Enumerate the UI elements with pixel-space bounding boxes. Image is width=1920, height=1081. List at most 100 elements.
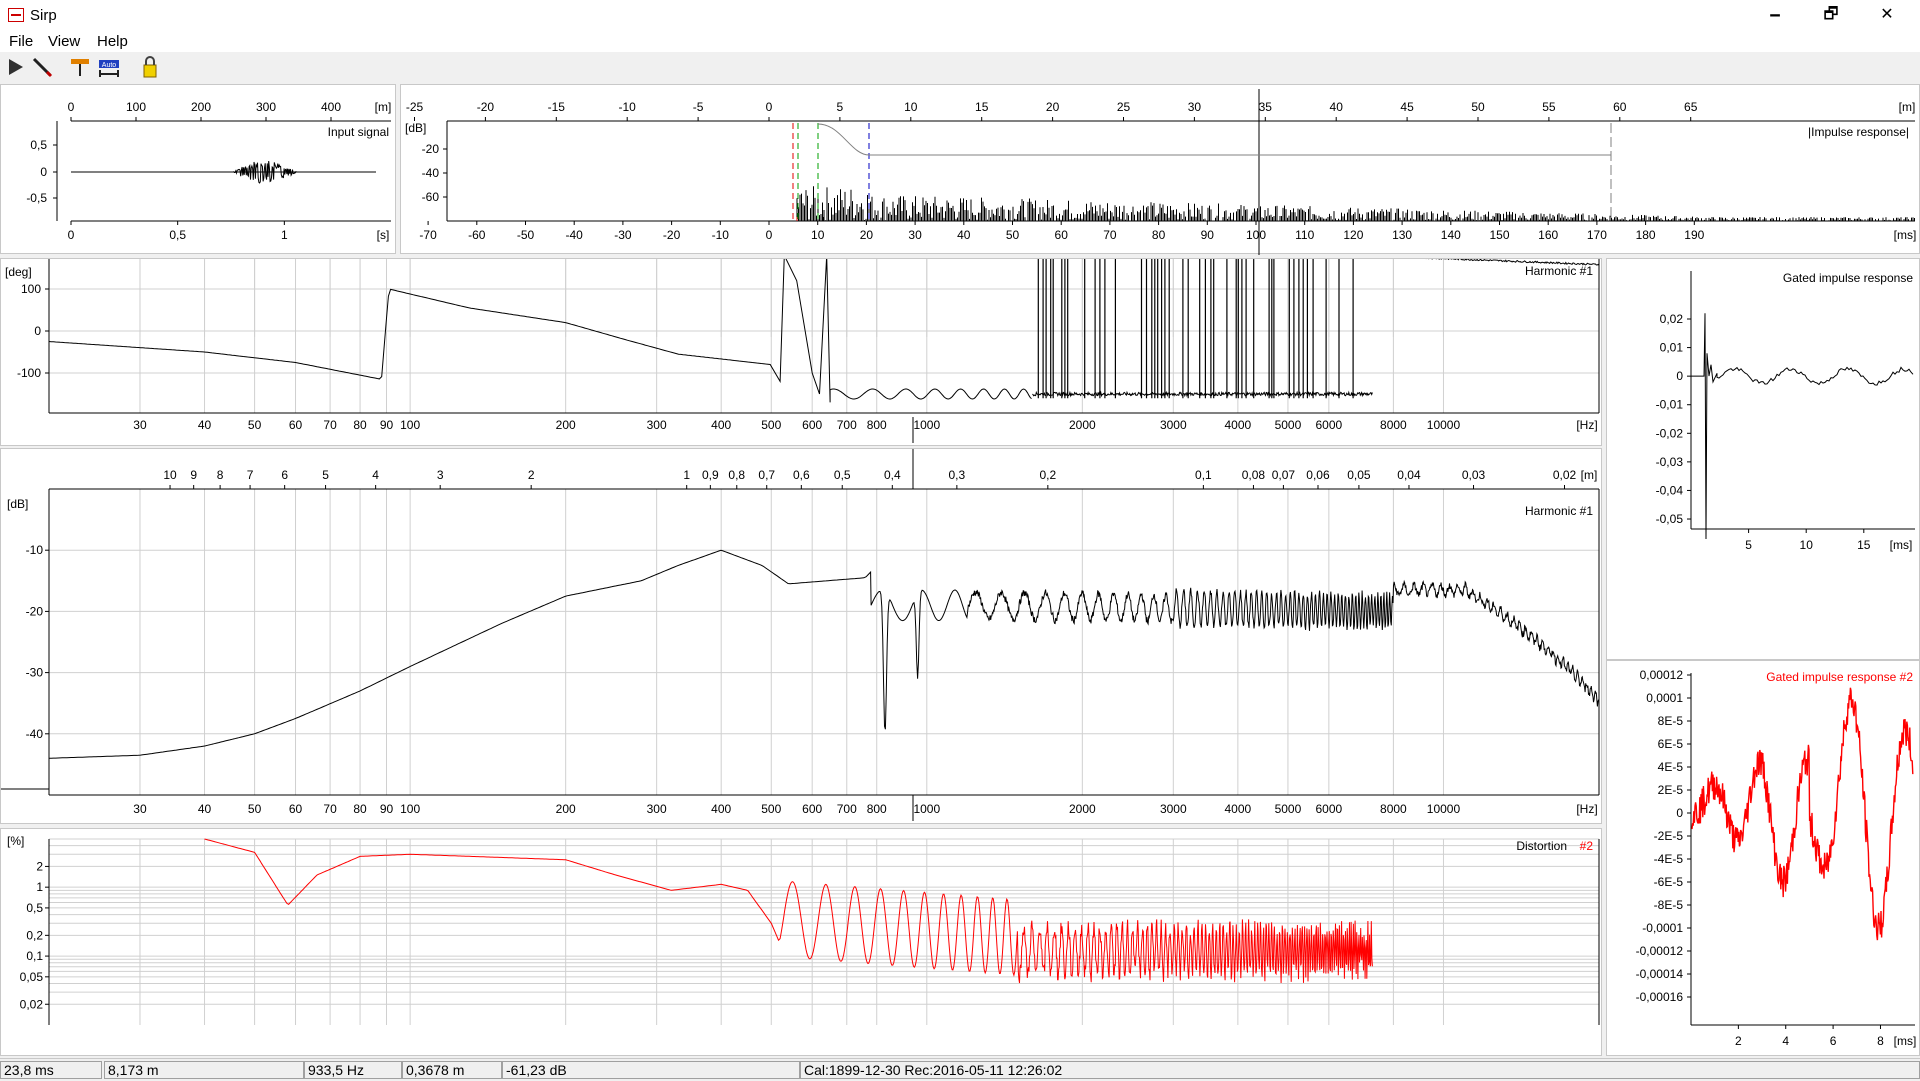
tick-label: 10 bbox=[163, 468, 177, 482]
gated-impulse-2-title: Gated impulse response #2 bbox=[1766, 670, 1913, 684]
tick-label: 3 bbox=[437, 468, 444, 482]
tick-label: 300 bbox=[647, 418, 667, 432]
tick-label: -0,00016 bbox=[1636, 990, 1684, 1004]
tick-label: 6000 bbox=[1315, 802, 1342, 816]
tick-label: -40 bbox=[566, 228, 584, 242]
pen-icon[interactable] bbox=[30, 55, 54, 79]
menu-file[interactable]: File bbox=[9, 33, 33, 50]
tick-label: [dB] bbox=[405, 121, 426, 135]
tick-label: -0,0001 bbox=[1642, 921, 1683, 935]
marker-icon[interactable] bbox=[68, 55, 92, 79]
gated-impulse-panel[interactable]: 0,02 0,01 0 -0,01 -0,02 -0,03 -0,04 -0,05 5 10 15 [… bbox=[1606, 258, 1920, 660]
distortion-panel[interactable]: 2 1 0,5 0,2 0,1 0,05 0,02 [%] Distortion #2 bbox=[0, 828, 1602, 1056]
tick-label: -30 bbox=[26, 666, 44, 680]
tick-label: -4E-5 bbox=[1654, 852, 1684, 866]
phase-wrap-lines bbox=[1037, 259, 1354, 399]
tick-label: [ms] bbox=[1894, 1034, 1917, 1048]
tick-label: 600 bbox=[802, 802, 822, 816]
tick-label: -0,03 bbox=[1656, 455, 1684, 469]
tick-label: [%] bbox=[7, 834, 24, 848]
tick-label: 6000 bbox=[1315, 418, 1342, 432]
tick-label: 0,07 bbox=[1272, 468, 1296, 482]
tick-label: 3000 bbox=[1160, 418, 1187, 432]
tick-label: 10000 bbox=[1427, 418, 1461, 432]
tick-label: 30 bbox=[133, 418, 147, 432]
tick-label: 10 bbox=[904, 100, 918, 114]
tick-label: 4 bbox=[1782, 1034, 1789, 1048]
tick-label: 65 bbox=[1684, 100, 1698, 114]
tick-label: 60 bbox=[1055, 228, 1069, 242]
tick-label: 8E-5 bbox=[1658, 714, 1684, 728]
tick-label: -10 bbox=[26, 543, 44, 557]
tick-label: -100 bbox=[17, 366, 41, 380]
menu-help[interactable]: Help bbox=[97, 33, 128, 50]
gated-impulse-2-panel[interactable]: 0,00012 0,0001 8E-5 6E-5 4E-5 2E-5 0 -2E-5 -4E-5… bbox=[1606, 660, 1920, 1056]
tick-label: 5000 bbox=[1275, 418, 1302, 432]
tick-label: 30 bbox=[133, 802, 147, 816]
tick-label: 8000 bbox=[1380, 802, 1407, 816]
impulse-response-trace bbox=[796, 186, 1915, 221]
tick-label: 0,6 bbox=[793, 468, 810, 482]
tick-label: 0,2 bbox=[26, 928, 43, 942]
play-icon[interactable] bbox=[4, 55, 28, 79]
tick-label: -0,5 bbox=[26, 191, 47, 205]
tick-label: 8000 bbox=[1380, 418, 1407, 432]
input-signal-panel[interactable]: 0 100 200 300 400 [m] 0 0,5 1 [s] 0,5 0 -0,5 Input si… bbox=[0, 84, 396, 254]
magnitude-trace bbox=[48, 549, 1600, 759]
tick-label: [Hz] bbox=[1576, 418, 1597, 432]
tick-label: [ms] bbox=[1890, 538, 1913, 552]
tick-label: -15 bbox=[548, 100, 566, 114]
tick-label: 5 bbox=[837, 100, 844, 114]
tick-label: -5 bbox=[693, 100, 704, 114]
tick-label: 0,02 bbox=[1553, 468, 1577, 482]
gated-impulse-trace bbox=[1691, 313, 1914, 540]
tick-label: 0 bbox=[68, 228, 75, 242]
tick-label: 0,02 bbox=[20, 997, 44, 1011]
tick-label: 0,03 bbox=[1462, 468, 1486, 482]
tick-label: 500 bbox=[761, 802, 781, 816]
menu-view[interactable]: View bbox=[48, 33, 80, 50]
minimize-button[interactable]: 🗕 bbox=[1752, 0, 1798, 30]
phase-trace-top bbox=[1425, 259, 1600, 266]
tick-label: 55 bbox=[1542, 100, 1556, 114]
tick-label: 4 bbox=[372, 468, 379, 482]
window-title: Sirp bbox=[30, 7, 57, 24]
impulse-response-panel[interactable]: -30-25-20-15-10-505101520253035404550556… bbox=[400, 84, 1920, 255]
tick-label: 6E-5 bbox=[1658, 737, 1684, 751]
tick-label: 60 bbox=[289, 418, 303, 432]
tick-label: 120 bbox=[1343, 228, 1363, 242]
tick-label: 500 bbox=[761, 418, 781, 432]
app-icon bbox=[8, 8, 24, 22]
tick-label: -2E-5 bbox=[1654, 829, 1684, 843]
tick-label: -0,02 bbox=[1656, 426, 1684, 440]
tick-label: 0 bbox=[34, 324, 41, 338]
tick-label: 30 bbox=[908, 228, 922, 242]
tick-label: 0,05 bbox=[20, 970, 44, 984]
tick-label: 5 bbox=[322, 468, 329, 482]
tick-label: 10 bbox=[1800, 538, 1814, 552]
lock-icon[interactable] bbox=[138, 55, 162, 79]
phase-panel[interactable]: 100 0 -100 30 40 50 60 70 80 90 100 200 300 400 500 600… bbox=[0, 258, 1602, 446]
tick-label: 90 bbox=[380, 802, 394, 816]
auto-scale-icon[interactable]: Auto bbox=[97, 55, 121, 79]
tick-label: 0 bbox=[766, 100, 773, 114]
maximize-button[interactable]: 🗗 bbox=[1808, 0, 1854, 30]
tick-label: 10000 bbox=[1427, 802, 1461, 816]
tick-label: 0,1 bbox=[1195, 468, 1212, 482]
close-button[interactable]: ✕ bbox=[1864, 0, 1910, 30]
tick-label: -30 bbox=[614, 228, 632, 242]
tick-label: 70 bbox=[323, 802, 337, 816]
magnitude-panel[interactable]: -10 -20 -30 -40 30 40 50 60 70 80 90 100 200 300 400 50… bbox=[0, 448, 1602, 824]
status-frequency: 933,5 Hz bbox=[304, 1061, 402, 1079]
tick-label: 180 bbox=[1636, 228, 1656, 242]
tick-label: -10 bbox=[712, 228, 730, 242]
tick-label: 2 bbox=[528, 468, 535, 482]
tick-label: 30 bbox=[1188, 100, 1202, 114]
tick-label: 0,9 bbox=[702, 468, 719, 482]
tick-label: 2000 bbox=[1069, 802, 1096, 816]
tick-label: 0,08 bbox=[1242, 468, 1266, 482]
tick-label: -70 bbox=[419, 228, 437, 242]
tick-label: 0 bbox=[68, 100, 75, 114]
input-signal-title: Input signal bbox=[328, 125, 389, 139]
tick-label: 140 bbox=[1441, 228, 1461, 242]
